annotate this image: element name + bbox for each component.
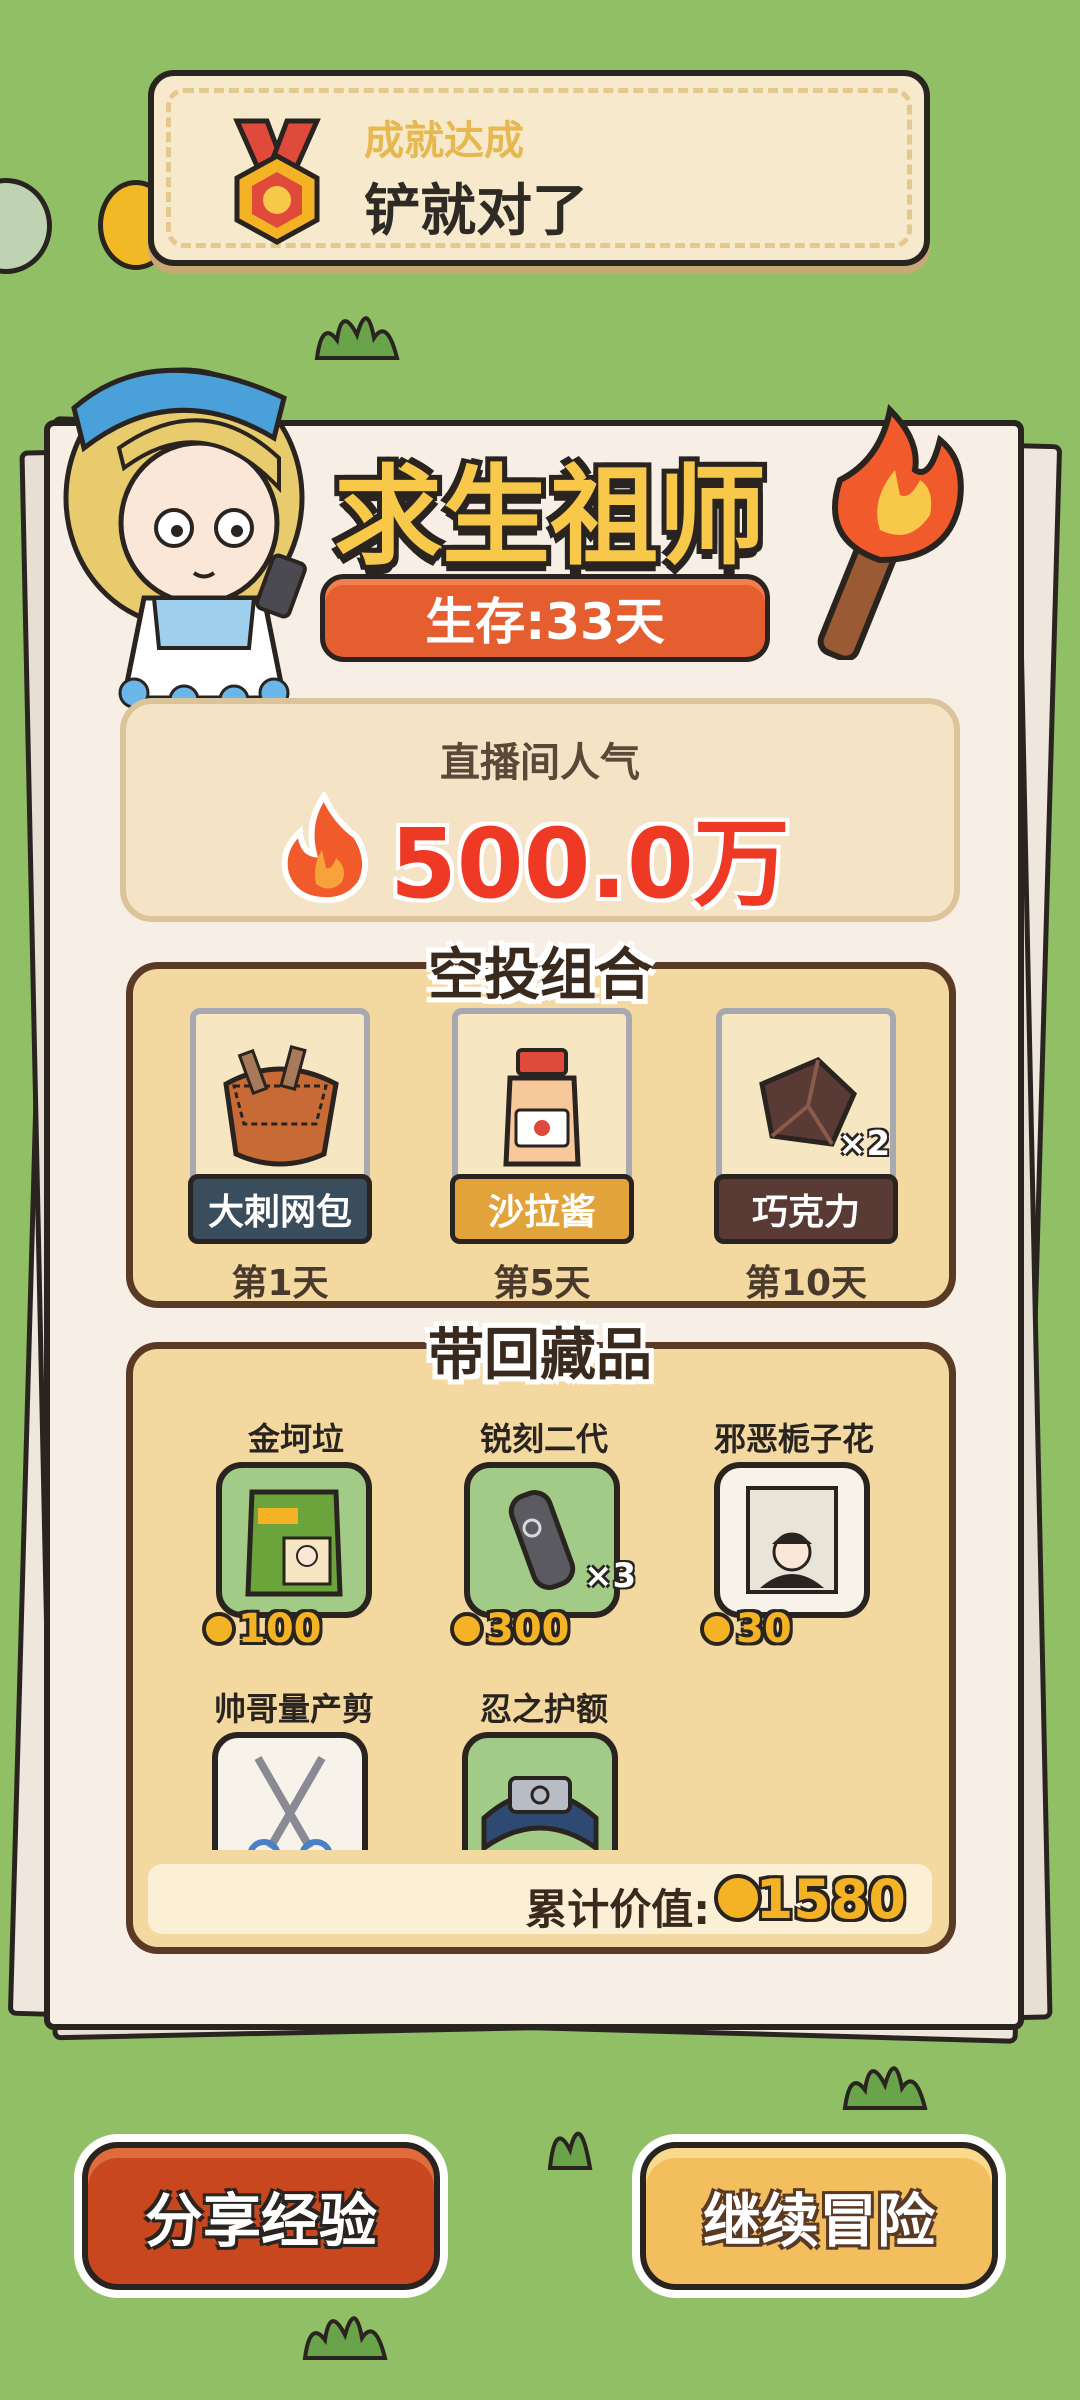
collection-title: 带回藏品 xyxy=(428,1323,652,1388)
coin-icon xyxy=(700,1612,734,1646)
book-icon xyxy=(746,1486,838,1594)
price-value: 30 xyxy=(736,1606,792,1652)
coin-icon xyxy=(202,1612,236,1646)
item-quantity: ×3 xyxy=(584,1556,637,1596)
price-value: 300 xyxy=(486,1606,570,1652)
airdrop-item-card[interactable] xyxy=(190,1008,370,1188)
continue-adventure-button[interactable]: 继续冒险 xyxy=(640,2142,998,2290)
popularity-value: 500.0万 xyxy=(390,808,790,920)
frog-avatar-edge xyxy=(0,178,52,274)
collection-item-name: 帅哥量产剪 xyxy=(213,1690,374,1728)
collection-item-clip xyxy=(212,1732,378,1850)
popularity-label: 直播间人气 xyxy=(440,740,640,786)
sauce-bottle-icon xyxy=(503,1048,581,1167)
net-bag-icon xyxy=(223,1045,339,1167)
airdrop-item-day: 第1天 xyxy=(231,1263,329,1304)
grass-icon xyxy=(314,316,400,360)
collection-item-name: 忍之护额 xyxy=(479,1690,608,1728)
price-value: 100 xyxy=(238,1606,322,1652)
airdrop-item-card[interactable] xyxy=(452,1008,632,1188)
collection-item-name: 金坷垃 xyxy=(247,1420,344,1458)
collection-item-price: 300 xyxy=(450,1606,570,1652)
fire-icon xyxy=(281,792,369,904)
collection-item-card[interactable] xyxy=(714,1462,870,1618)
torch-icon xyxy=(817,403,964,660)
airdrop-item-name: 巧克力 xyxy=(714,1174,898,1244)
page-title: 求生祖师 xyxy=(333,455,766,580)
airdrop-item-name: 沙拉酱 xyxy=(450,1174,634,1244)
popularity-card: 直播间人气 500.0万 xyxy=(120,698,960,922)
total-value-label: 累计价值: xyxy=(525,1885,710,1934)
total-value-bar: 累计价值: 1580 xyxy=(148,1864,932,1934)
collection-item-clip xyxy=(462,1732,628,1850)
coin-icon xyxy=(450,1612,484,1646)
grass-icon xyxy=(842,2066,928,2110)
collection-item-price: 100 xyxy=(202,1606,322,1652)
fertilizer-bag-icon xyxy=(245,1489,343,1597)
item-quantity: ×2 xyxy=(838,1124,891,1164)
grass-icon xyxy=(302,2316,388,2360)
scissors-icon xyxy=(248,1755,332,1850)
medal-icon xyxy=(233,118,321,245)
airdrop-title: 空投组合 xyxy=(428,943,652,1008)
total-value: 1580 xyxy=(755,1868,906,1931)
achievement-title: 铲就对了 xyxy=(364,179,588,244)
achievement-banner: 成就达成 铲就对了 xyxy=(148,70,930,266)
collection-item-card[interactable] xyxy=(212,1732,368,1850)
achievement-kicker: 成就达成 xyxy=(364,118,524,164)
headband-icon xyxy=(481,1776,599,1850)
collection-item-card[interactable] xyxy=(462,1732,618,1850)
airdrop-item-day: 第5天 xyxy=(493,1263,591,1304)
airdrop-item-name: 大刺网包 xyxy=(188,1174,372,1244)
airdrop-item-day: 第10天 xyxy=(744,1263,868,1304)
collection-item-name: 邪恶栀子花 xyxy=(713,1420,874,1458)
collection-item-price: 30 xyxy=(700,1606,792,1652)
collection-item-card[interactable] xyxy=(216,1462,372,1618)
collection-item-name: 锐刻二代 xyxy=(479,1420,608,1458)
grass-icon xyxy=(547,2131,593,2170)
share-experience-button[interactable]: 分享经验 xyxy=(82,2142,440,2290)
survival-days-badge: 生存:33天 xyxy=(320,574,770,662)
